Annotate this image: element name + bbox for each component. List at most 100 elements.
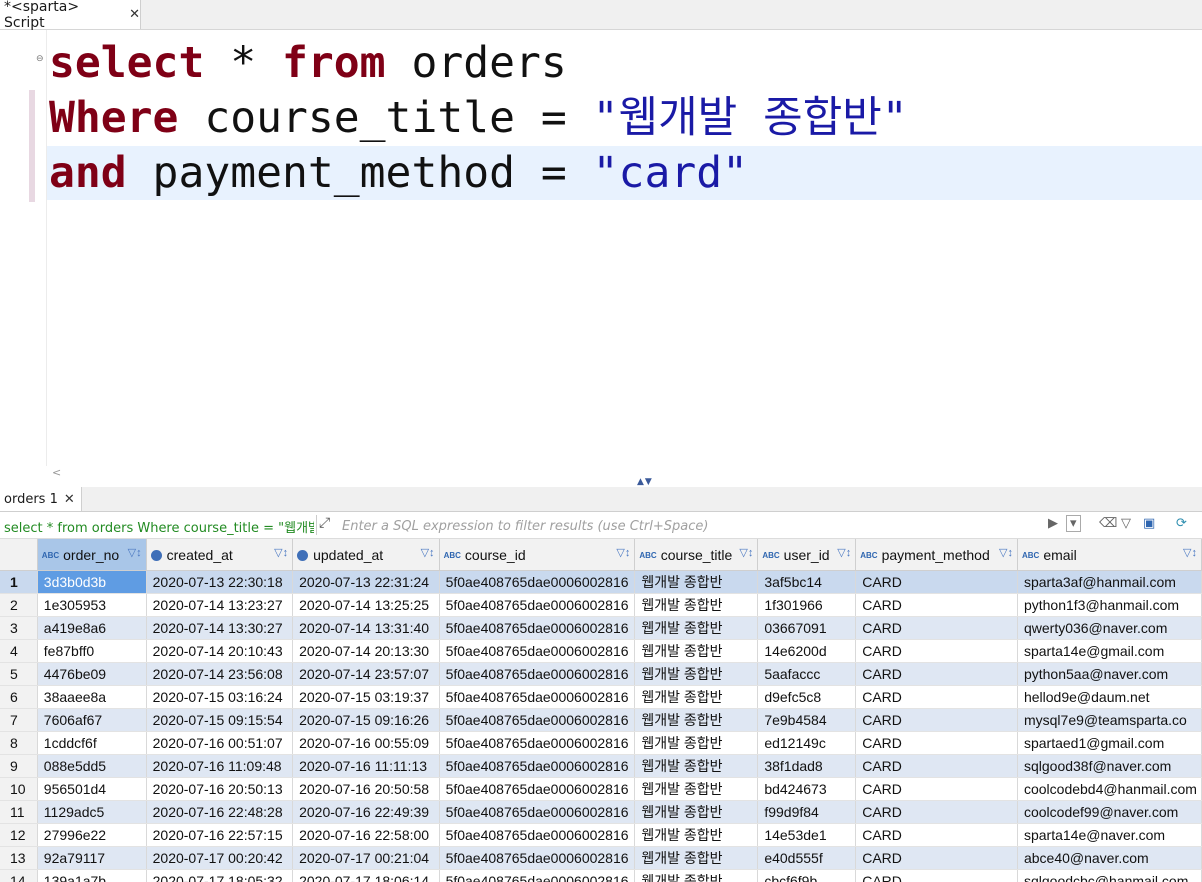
cell-course-id[interactable]: 5f0ae408765dae0006002816 — [439, 593, 636, 617]
cell-created-at[interactable]: 2020-07-16 11:09:48 — [146, 754, 294, 778]
cell-updated-at[interactable]: 2020-07-16 00:55:09 — [292, 731, 440, 755]
save-filter-icon[interactable]: ▣ — [1143, 516, 1155, 531]
cell-created-at[interactable]: 2020-07-16 20:50:13 — [146, 777, 294, 801]
cell-course-id[interactable]: 5f0ae408765dae0006002816 — [439, 777, 636, 801]
cell-user-id[interactable]: 38f1dad8 — [757, 754, 857, 778]
cell-payment-method[interactable]: CARD — [855, 616, 1018, 640]
cell-created-at[interactable]: 2020-07-16 22:57:15 — [146, 823, 294, 847]
column-header[interactable]: ABC course_id ▽↕ — [439, 539, 636, 571]
table-row[interactable]: 2 1e305953 2020-07-14 13:23:27 2020-07-14 1… — [0, 593, 1202, 617]
cell-updated-at[interactable]: 2020-07-16 22:49:39 — [292, 800, 440, 824]
cell-email[interactable]: coolcodef99@naver.com — [1017, 800, 1202, 824]
column-header[interactable]: updated_at ▽↕ — [292, 539, 440, 571]
cell-course-id[interactable]: 5f0ae408765dae0006002816 — [439, 616, 636, 640]
cell-created-at[interactable]: 2020-07-16 00:51:07 — [146, 731, 294, 755]
cell-course-title[interactable]: 웹개발 종합반 — [634, 869, 759, 882]
table-row[interactable]: 13 92a79117 2020-07-17 00:20:42 2020-07-17 … — [0, 846, 1202, 870]
cell-course-title[interactable]: 웹개발 종합반 — [634, 846, 759, 870]
cell-course-id[interactable]: 5f0ae408765dae0006002816 — [439, 708, 636, 732]
cell-order-no[interactable]: 4476be09 — [37, 662, 147, 686]
expand-icon[interactable]: ⤢ — [319, 515, 330, 531]
cell-updated-at[interactable]: 2020-07-17 18:06:14 — [292, 869, 440, 882]
cell-email[interactable]: qwerty036@naver.com — [1017, 616, 1202, 640]
row-number[interactable]: 8 — [0, 731, 38, 755]
cell-email[interactable]: sqlgood38f@naver.com — [1017, 754, 1202, 778]
cell-course-id[interactable]: 5f0ae408765dae0006002816 — [439, 662, 636, 686]
table-row[interactable]: 3 a419e8a6 2020-07-14 13:30:27 2020-07-14 1… — [0, 616, 1202, 640]
eraser-icon[interactable]: ⌫ — [1099, 516, 1117, 531]
cell-user-id[interactable]: 7e9b4584 — [757, 708, 857, 732]
cell-order-no[interactable]: fe87bff0 — [37, 639, 147, 663]
cell-user-id[interactable]: f99d9f84 — [757, 800, 857, 824]
row-number[interactable]: 12 — [0, 823, 38, 847]
cell-order-no[interactable]: 088e5dd5 — [37, 754, 147, 778]
cell-email[interactable]: abce40@naver.com — [1017, 846, 1202, 870]
row-number[interactable]: 4 — [0, 639, 38, 663]
table-row[interactable]: 10 956501d4 2020-07-16 20:50:13 2020-07-16 … — [0, 777, 1202, 801]
cell-order-no[interactable]: 1e305953 — [37, 593, 147, 617]
cell-course-id[interactable]: 5f0ae408765dae0006002816 — [439, 754, 636, 778]
cell-updated-at[interactable]: 2020-07-14 13:31:40 — [292, 616, 440, 640]
sort-filter-icon[interactable]: ▽↕ — [274, 546, 288, 559]
cell-order-no[interactable]: 38aaee8a — [37, 685, 147, 709]
table-row[interactable]: 5 4476be09 2020-07-14 23:56:08 2020-07-14 2… — [0, 662, 1202, 686]
cell-payment-method[interactable]: CARD — [855, 685, 1018, 709]
sql-editor[interactable]: ⊖ select * from orders Where course_titl… — [0, 30, 1202, 479]
cell-course-title[interactable]: 웹개발 종합반 — [634, 731, 759, 755]
cell-user-id[interactable]: e40d555f — [757, 846, 857, 870]
results-grid[interactable]: ABC order_no ▽↕ created_at ▽↕ updated_at ▽↕ … — [0, 539, 1202, 882]
cell-payment-method[interactable]: CARD — [855, 662, 1018, 686]
table-row[interactable]: 7 7606af67 2020-07-15 09:15:54 2020-07-15 0… — [0, 708, 1202, 732]
sort-filter-icon[interactable]: ▽↕ — [999, 546, 1013, 559]
cell-order-no[interactable]: 139a1a7b — [37, 869, 147, 882]
column-header[interactable]: ABC course_title ▽↕ — [634, 539, 759, 571]
editor-tab-script[interactable]: *<sparta> Script ✕ — [0, 0, 141, 31]
cell-course-id[interactable]: 5f0ae408765dae0006002816 — [439, 731, 636, 755]
cell-updated-at[interactable]: 2020-07-14 23:57:07 — [292, 662, 440, 686]
cell-updated-at[interactable]: 2020-07-16 11:11:13 — [292, 754, 440, 778]
cell-course-id[interactable]: 5f0ae408765dae0006002816 — [439, 800, 636, 824]
column-header[interactable]: ABC order_no ▽↕ — [37, 539, 147, 571]
cell-email[interactable]: hellod9e@daum.net — [1017, 685, 1202, 709]
cell-payment-method[interactable]: CARD — [855, 570, 1018, 594]
cell-payment-method[interactable]: CARD — [855, 708, 1018, 732]
cell-user-id[interactable]: ed12149c — [757, 731, 857, 755]
column-header[interactable]: ABC user_id ▽↕ — [757, 539, 857, 571]
cell-user-id[interactable]: 03667091 — [757, 616, 857, 640]
refresh-icon[interactable]: ⟳ — [1176, 516, 1187, 531]
cell-email[interactable]: sqlgoodcbc@hanmail.com — [1017, 869, 1202, 882]
cell-course-id[interactable]: 5f0ae408765dae0006002816 — [439, 639, 636, 663]
cell-course-title[interactable]: 웹개발 종합반 — [634, 754, 759, 778]
cell-created-at[interactable]: 2020-07-17 18:05:32 — [146, 869, 294, 882]
code-line-1[interactable]: select * from orders — [49, 36, 567, 90]
cell-created-at[interactable]: 2020-07-15 03:16:24 — [146, 685, 294, 709]
filter-input[interactable] — [340, 516, 1044, 536]
cell-email[interactable]: sparta14e@gmail.com — [1017, 639, 1202, 663]
code-line-3[interactable]: and payment_method = "card" — [49, 146, 748, 200]
code-line-2[interactable]: Where course_title = "웹개발 종합반" — [49, 91, 908, 145]
sort-filter-icon[interactable]: ▽↕ — [837, 546, 851, 559]
cell-created-at[interactable]: 2020-07-15 09:15:54 — [146, 708, 294, 732]
cell-created-at[interactable]: 2020-07-16 22:48:28 — [146, 800, 294, 824]
table-row[interactable]: 9 088e5dd5 2020-07-16 11:09:48 2020-07-16 1… — [0, 754, 1202, 778]
cell-updated-at[interactable]: 2020-07-15 03:19:37 — [292, 685, 440, 709]
row-number[interactable]: 5 — [0, 662, 38, 686]
cell-created-at[interactable]: 2020-07-13 22:30:18 — [146, 570, 294, 594]
run-filter-icon[interactable]: ▶ — [1048, 516, 1058, 531]
cell-payment-method[interactable]: CARD — [855, 731, 1018, 755]
column-header[interactable]: created_at ▽↕ — [146, 539, 294, 571]
cell-created-at[interactable]: 2020-07-14 13:30:27 — [146, 616, 294, 640]
panel-resize-handle[interactable]: ▲▼ — [637, 477, 653, 487]
cell-course-title[interactable]: 웹개발 종합반 — [634, 823, 759, 847]
cell-course-id[interactable]: 5f0ae408765dae0006002816 — [439, 869, 636, 882]
cell-updated-at[interactable]: 2020-07-13 22:31:24 — [292, 570, 440, 594]
row-number[interactable]: 2 — [0, 593, 38, 617]
cell-course-title[interactable]: 웹개발 종합반 — [634, 662, 759, 686]
cell-email[interactable]: coolcodebd4@hanmail.com — [1017, 777, 1202, 801]
table-row[interactable]: 6 38aaee8a 2020-07-15 03:16:24 2020-07-15 0… — [0, 685, 1202, 709]
cell-user-id[interactable]: bd424673 — [757, 777, 857, 801]
result-tab-orders[interactable]: orders 1 ✕ — [0, 487, 82, 511]
sort-filter-icon[interactable]: ▽↕ — [1183, 546, 1197, 559]
cell-course-id[interactable]: 5f0ae408765dae0006002816 — [439, 570, 636, 594]
row-number[interactable]: 11 — [0, 800, 38, 824]
